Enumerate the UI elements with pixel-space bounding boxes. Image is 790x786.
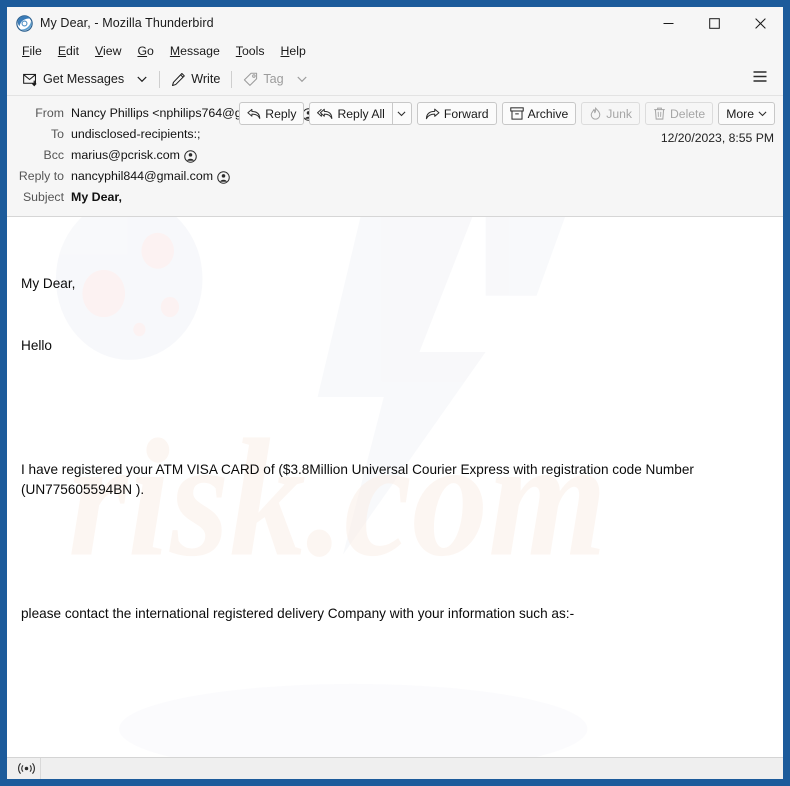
menu-file[interactable]: File xyxy=(15,42,49,60)
online-status-icon xyxy=(18,763,35,774)
archive-label: Archive xyxy=(527,106,569,121)
reply-all-button[interactable]: Reply All xyxy=(309,102,392,125)
menu-go[interactable]: Go xyxy=(130,42,160,60)
body-paragraph-1: I have registered your ATM VISA CARD of … xyxy=(21,461,698,498)
get-messages-icon xyxy=(23,73,37,86)
tag-dropdown[interactable] xyxy=(290,72,314,87)
trash-icon xyxy=(654,107,665,120)
get-messages-button[interactable]: Get Messages xyxy=(17,68,130,91)
menu-message[interactable]: Message xyxy=(163,42,227,60)
tag-label: Tag xyxy=(263,72,284,86)
junk-button[interactable]: Junk xyxy=(581,102,640,125)
get-messages-dropdown[interactable] xyxy=(130,72,154,87)
body-greeting-1: My Dear, xyxy=(21,276,76,292)
chevron-down-icon xyxy=(137,76,147,82)
menu-tools[interactable]: Tools xyxy=(229,42,272,60)
write-button[interactable]: Write xyxy=(165,68,226,91)
application-window: My Dear, - Mozilla Thunderbird File Edit… xyxy=(0,0,790,786)
header-row-bcc: Bcc marius@pcrisk.com xyxy=(7,145,783,166)
delete-label: Delete xyxy=(669,106,706,121)
more-label: More xyxy=(726,106,754,121)
delete-button[interactable]: Delete xyxy=(644,102,714,125)
chevron-down-icon xyxy=(758,110,767,116)
title-bar: My Dear, - Mozilla Thunderbird xyxy=(7,7,783,39)
reply-all-icon xyxy=(317,108,333,119)
minimize-icon xyxy=(663,22,673,24)
chevron-down-icon xyxy=(397,110,406,116)
close-icon xyxy=(754,17,766,29)
window-controls xyxy=(645,7,783,39)
menu-help[interactable]: Help xyxy=(274,42,313,60)
header-label-to: To xyxy=(51,127,64,141)
header-label-reply-to: Reply to xyxy=(18,169,64,183)
tag-icon xyxy=(244,72,258,86)
menu-bar: File Edit View Go Message Tools Help xyxy=(7,39,783,63)
window-title: My Dear, - Mozilla Thunderbird xyxy=(40,16,214,30)
close-button[interactable] xyxy=(737,7,783,39)
window-content: My Dear, - Mozilla Thunderbird File Edit… xyxy=(7,7,783,779)
menu-view[interactable]: View xyxy=(88,42,128,60)
write-label: Write xyxy=(191,72,221,86)
header-row-reply-to: Reply to nancyphil844@gmail.com xyxy=(7,166,783,187)
connection-status-button[interactable] xyxy=(13,758,41,779)
forward-button[interactable]: Forward xyxy=(416,102,497,125)
message-body-pane: risk.com My Dear, Hello I have registere… xyxy=(7,217,783,757)
junk-label: Junk xyxy=(606,106,632,121)
thunderbird-logo-icon xyxy=(16,14,33,32)
reply-label: Reply xyxy=(265,106,297,121)
maximize-button[interactable] xyxy=(691,7,737,39)
message-date: 12/20/2023, 8:55 PM xyxy=(660,131,774,145)
message-action-buttons: Reply Reply All Forward Archive Junk Del… xyxy=(239,102,775,125)
message-header-pane: From Nancy Phillips <nphilips764@gmail.c… xyxy=(7,96,783,217)
main-toolbar: Get Messages Write Tag xyxy=(7,63,783,96)
app-menu-button[interactable] xyxy=(747,66,773,92)
header-label-subject: Subject xyxy=(22,190,64,204)
to-address[interactable]: undisclosed-recipients:; xyxy=(71,125,200,144)
header-value-subject: My Dear, xyxy=(71,190,122,204)
header-label-from: From xyxy=(35,106,64,120)
status-bar xyxy=(7,757,783,779)
contact-icon[interactable] xyxy=(184,150,197,163)
forward-icon xyxy=(425,108,440,119)
minimize-button[interactable] xyxy=(645,7,691,39)
junk-icon xyxy=(590,107,601,120)
body-paragraph-2: please contact the international registe… xyxy=(21,605,575,621)
title-bar-left: My Dear, - Mozilla Thunderbird xyxy=(7,14,214,32)
header-value-reply-to: nancyphil844@gmail.com xyxy=(71,167,230,186)
email-body-text: My Dear, Hello I have registered your AT… xyxy=(21,233,769,757)
body-greeting-2: Hello xyxy=(21,337,52,353)
reply-button[interactable]: Reply xyxy=(239,102,305,125)
chevron-down-icon xyxy=(297,76,307,82)
forward-label: Forward xyxy=(443,106,489,121)
archive-button[interactable]: Archive xyxy=(501,102,577,125)
tag-button[interactable]: Tag xyxy=(237,68,289,91)
reply-icon xyxy=(247,108,261,119)
reply-to-address[interactable]: nancyphil844@gmail.com xyxy=(71,167,213,186)
menu-edit[interactable]: Edit xyxy=(51,42,86,60)
toolbar-separator-2 xyxy=(231,70,233,88)
header-row-subject: Subject My Dear, xyxy=(7,187,783,208)
header-label-bcc: Bcc xyxy=(43,148,65,162)
header-value-bcc: marius@pcrisk.com xyxy=(71,146,197,165)
more-button[interactable]: More xyxy=(718,102,775,125)
toolbar-separator-1 xyxy=(159,70,161,88)
bcc-address[interactable]: marius@pcrisk.com xyxy=(71,146,180,165)
header-value-to: undisclosed-recipients:; xyxy=(71,125,200,144)
reply-all-group: Reply All xyxy=(309,102,412,125)
get-messages-label: Get Messages xyxy=(43,72,125,86)
reply-all-dropdown[interactable] xyxy=(391,102,412,125)
hamburger-icon xyxy=(753,71,767,82)
contact-icon[interactable] xyxy=(217,171,230,184)
pencil-icon xyxy=(172,72,186,86)
maximize-icon xyxy=(708,17,720,29)
reply-all-label: Reply All xyxy=(337,106,385,121)
archive-icon xyxy=(509,107,524,120)
